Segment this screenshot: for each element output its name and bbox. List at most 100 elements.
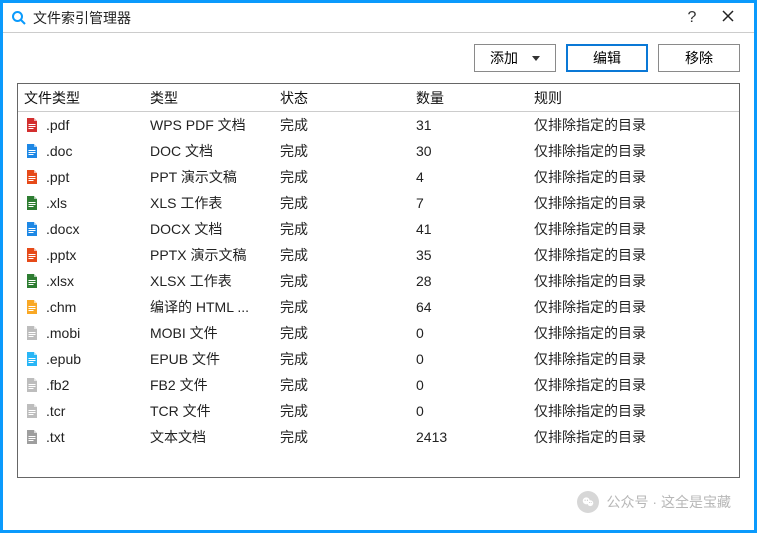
cell-count: 7 bbox=[410, 195, 528, 211]
cell-type: 文本文档 bbox=[144, 427, 274, 447]
cell-ext: .epub bbox=[18, 351, 144, 367]
cell-state: 完成 bbox=[274, 193, 410, 213]
ppt-file-icon bbox=[24, 169, 40, 185]
cell-count: 0 bbox=[410, 403, 528, 419]
cell-ext-text: .docx bbox=[46, 221, 79, 237]
ppt-file-icon bbox=[24, 247, 40, 263]
cell-ext: .tcr bbox=[18, 403, 144, 419]
cell-ext-text: .pptx bbox=[46, 247, 76, 263]
wechat-icon bbox=[577, 491, 599, 513]
cell-state: 完成 bbox=[274, 245, 410, 265]
cell-rule: 仅排除指定的目录 bbox=[528, 167, 739, 187]
cell-type: TCR 文件 bbox=[144, 401, 274, 421]
cell-ext-text: .tcr bbox=[46, 403, 65, 419]
watermark-text: 公众号 · 这全是宝藏 bbox=[607, 492, 731, 512]
table-row[interactable]: .epubEPUB 文件完成0仅排除指定的目录 bbox=[18, 346, 739, 372]
cell-type: DOC 文档 bbox=[144, 141, 274, 161]
cell-ext-text: .mobi bbox=[46, 325, 80, 341]
column-header-rule[interactable]: 规则 bbox=[528, 84, 739, 111]
cell-type: WPS PDF 文档 bbox=[144, 115, 274, 135]
cell-rule: 仅排除指定的目录 bbox=[528, 375, 739, 395]
cell-type: 编译的 HTML ... bbox=[144, 297, 274, 317]
cell-ext-text: .xls bbox=[46, 195, 67, 211]
toolbar: 添加 编辑 移除 bbox=[3, 33, 754, 83]
table-header: 文件类型 类型 状态 数量 规则 bbox=[18, 84, 739, 112]
remove-button-label: 移除 bbox=[685, 48, 713, 68]
cell-ext-text: .epub bbox=[46, 351, 81, 367]
cell-state: 完成 bbox=[274, 401, 410, 421]
cell-type: DOCX 文档 bbox=[144, 219, 274, 239]
table-row[interactable]: .docxDOCX 文档完成41仅排除指定的目录 bbox=[18, 216, 739, 242]
cell-type: EPUB 文件 bbox=[144, 349, 274, 369]
cell-type: PPT 演示文稿 bbox=[144, 167, 274, 187]
cell-state: 完成 bbox=[274, 271, 410, 291]
cell-ext: .docx bbox=[18, 221, 144, 237]
column-header-state[interactable]: 状态 bbox=[274, 84, 410, 111]
cell-ext: .ppt bbox=[18, 169, 144, 185]
window-title: 文件索引管理器 bbox=[33, 8, 674, 28]
table-row[interactable]: .pptPPT 演示文稿完成4仅排除指定的目录 bbox=[18, 164, 739, 190]
watermark: 公众号 · 这全是宝藏 bbox=[577, 491, 731, 513]
xls-file-icon bbox=[24, 273, 40, 289]
column-header-type[interactable]: 类型 bbox=[144, 84, 274, 111]
table-row[interactable]: .tcr TCR 文件完成0仅排除指定的目录 bbox=[18, 398, 739, 424]
table-row[interactable]: .fb2FB2 文件完成0仅排除指定的目录 bbox=[18, 372, 739, 398]
cell-type: XLSX 工作表 bbox=[144, 271, 274, 291]
file-file-icon bbox=[24, 377, 40, 393]
cell-state: 完成 bbox=[274, 427, 410, 447]
cell-count: 64 bbox=[410, 299, 528, 315]
cell-type: PPTX 演示文稿 bbox=[144, 245, 274, 265]
txt-file-icon bbox=[24, 429, 40, 445]
cell-ext: .chm bbox=[18, 299, 144, 315]
cell-type: XLS 工作表 bbox=[144, 193, 274, 213]
table-body: .pdfWPS PDF 文档完成31仅排除指定的目录 .docDOC 文档完成3… bbox=[18, 112, 739, 477]
table-row[interactable]: .xlsxXLSX 工作表完成28仅排除指定的目录 bbox=[18, 268, 739, 294]
table-row[interactable]: .pdfWPS PDF 文档完成31仅排除指定的目录 bbox=[18, 112, 739, 138]
cell-ext: .mobi bbox=[18, 325, 144, 341]
chevron-down-icon bbox=[532, 56, 540, 61]
doc-file-icon bbox=[24, 143, 40, 159]
edit-button-label: 编辑 bbox=[593, 48, 621, 68]
column-header-count[interactable]: 数量 bbox=[410, 84, 528, 111]
cell-count: 31 bbox=[410, 117, 528, 133]
cell-rule: 仅排除指定的目录 bbox=[528, 115, 739, 135]
table-row[interactable]: .txt文本文档完成2413仅排除指定的目录 bbox=[18, 424, 739, 450]
search-icon bbox=[11, 10, 27, 26]
epub-file-icon bbox=[24, 351, 40, 367]
cell-count: 30 bbox=[410, 143, 528, 159]
cell-state: 完成 bbox=[274, 297, 410, 317]
cell-rule: 仅排除指定的目录 bbox=[528, 401, 739, 421]
cell-rule: 仅排除指定的目录 bbox=[528, 323, 739, 343]
cell-ext: .doc bbox=[18, 143, 144, 159]
help-button[interactable]: ? bbox=[674, 9, 710, 27]
table-row[interactable]: .xlsXLS 工作表完成7仅排除指定的目录 bbox=[18, 190, 739, 216]
table-row[interactable]: .chm编译的 HTML ...完成64仅排除指定的目录 bbox=[18, 294, 739, 320]
cell-ext-text: .doc bbox=[46, 143, 72, 159]
cell-state: 完成 bbox=[274, 349, 410, 369]
file-file-icon bbox=[24, 403, 40, 419]
cell-ext-text: .pdf bbox=[46, 117, 69, 133]
titlebar: 文件索引管理器 ? bbox=[3, 3, 754, 33]
remove-button[interactable]: 移除 bbox=[658, 44, 740, 72]
table-row[interactable]: .docDOC 文档完成30仅排除指定的目录 bbox=[18, 138, 739, 164]
cell-ext-text: .ppt bbox=[46, 169, 69, 185]
cell-count: 0 bbox=[410, 377, 528, 393]
cell-rule: 仅排除指定的目录 bbox=[528, 349, 739, 369]
cell-ext-text: .txt bbox=[46, 429, 65, 445]
chm-file-icon bbox=[24, 299, 40, 315]
cell-count: 2413 bbox=[410, 429, 528, 445]
cell-rule: 仅排除指定的目录 bbox=[528, 297, 739, 317]
cell-rule: 仅排除指定的目录 bbox=[528, 245, 739, 265]
add-button[interactable]: 添加 bbox=[474, 44, 556, 72]
cell-rule: 仅排除指定的目录 bbox=[528, 219, 739, 239]
column-header-ext[interactable]: 文件类型 bbox=[18, 84, 144, 111]
cell-state: 完成 bbox=[274, 375, 410, 395]
xls-file-icon bbox=[24, 195, 40, 211]
table-row[interactable]: .mobiMOBI 文件完成0仅排除指定的目录 bbox=[18, 320, 739, 346]
table-row[interactable]: .pptxPPTX 演示文稿完成35仅排除指定的目录 bbox=[18, 242, 739, 268]
edit-button[interactable]: 编辑 bbox=[566, 44, 648, 72]
close-button[interactable] bbox=[710, 9, 746, 27]
cell-ext-text: .fb2 bbox=[46, 377, 69, 393]
pdf-file-icon bbox=[24, 117, 40, 133]
cell-count: 28 bbox=[410, 273, 528, 289]
